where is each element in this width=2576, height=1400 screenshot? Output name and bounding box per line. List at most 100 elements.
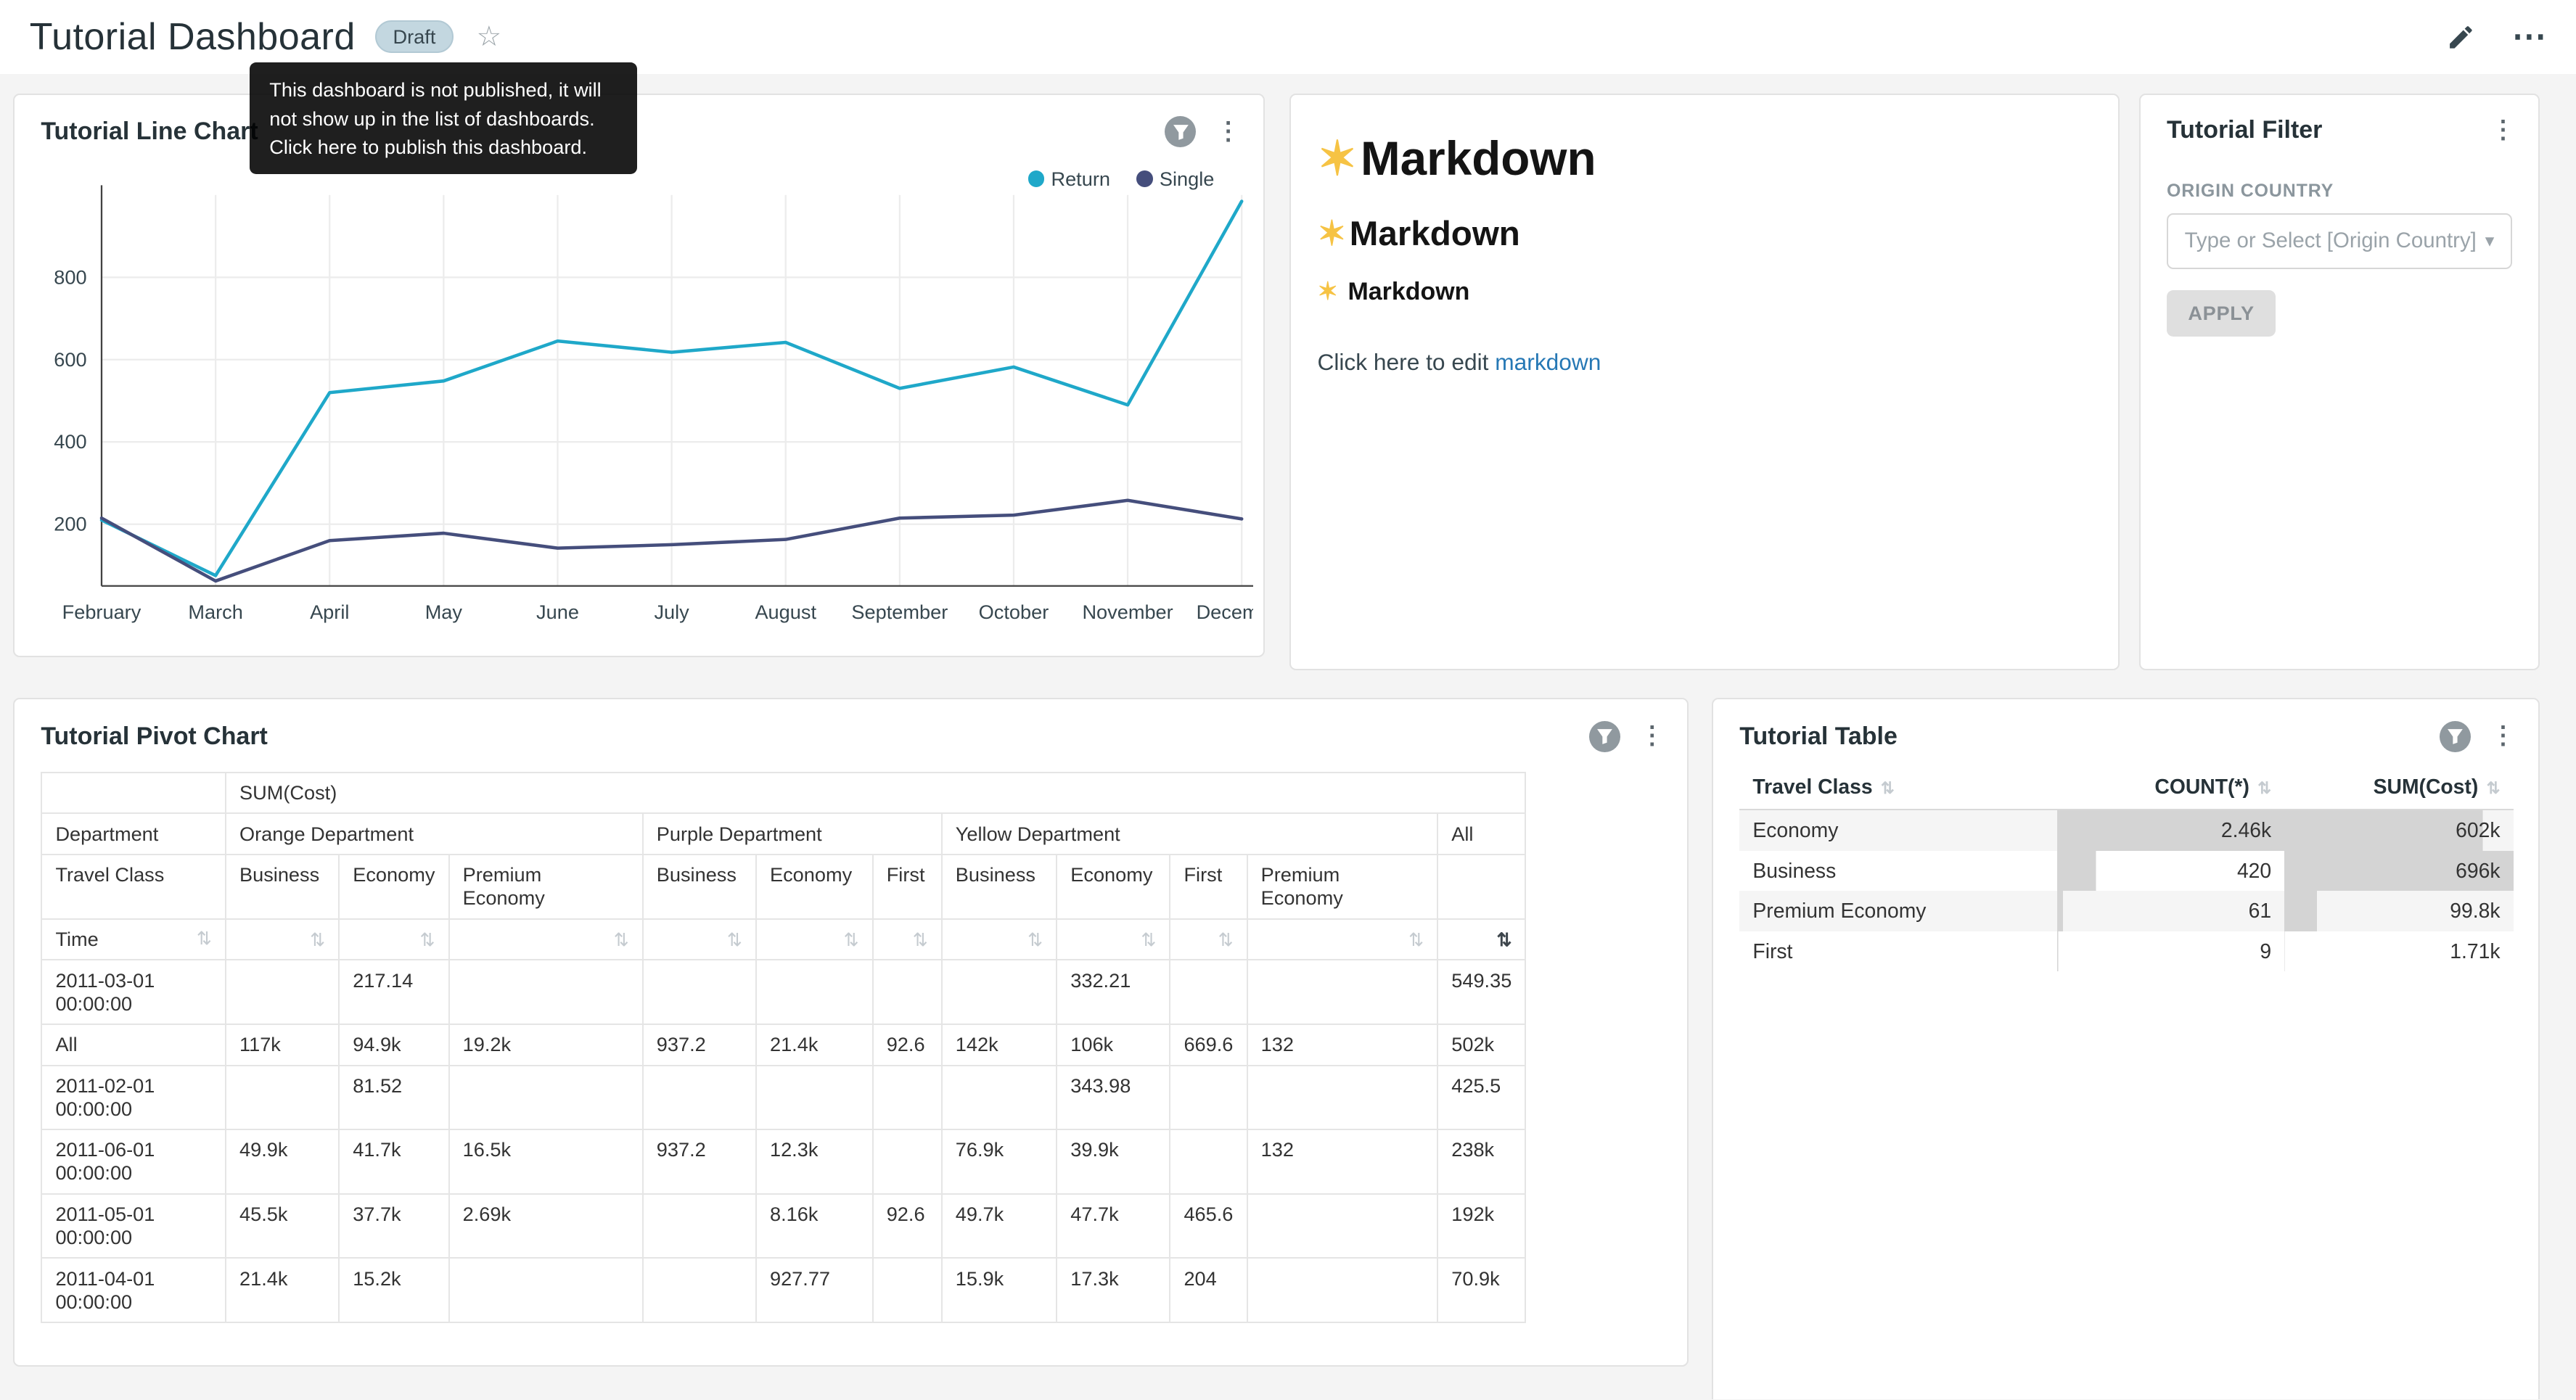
pivot-col-header: First — [873, 855, 942, 919]
pivot-col-header: Economy — [756, 855, 873, 919]
pivot-cell — [756, 1066, 873, 1130]
pivot-cell: 21.4k — [756, 1024, 873, 1066]
sort-icon[interactable]: ⇅ — [844, 930, 859, 950]
table-column-header[interactable]: Travel Class⇅ — [1739, 765, 2057, 810]
pivot-chart-card: Tutorial Pivot Chart ⋮ SUM(Cost)Departme… — [13, 698, 1689, 1366]
sort-icon[interactable]: ⇅ — [420, 930, 435, 950]
pivot-cell: 70.9k — [1437, 1258, 1525, 1322]
markdown-h2: ✶Markdown — [1317, 214, 2091, 254]
sort-icon[interactable]: ⇅ — [1027, 930, 1043, 950]
sort-icon[interactable]: ⇅ — [310, 930, 325, 950]
select-placeholder: Type or Select [Origin Country] — [2185, 228, 2477, 253]
svg-text:400: 400 — [54, 430, 86, 453]
pivot-cell — [643, 960, 756, 1024]
pivot-cell: 76.9k — [942, 1129, 1057, 1194]
page-title: Tutorial Dashboard — [30, 15, 356, 59]
sort-icon[interactable]: ⇅ — [1141, 930, 1156, 950]
sparkles-icon: ✶ — [1317, 132, 1357, 185]
sum-cell: 602k — [2284, 810, 2513, 851]
more-menu-icon[interactable]: ⋯ — [2512, 20, 2547, 54]
svg-text:600: 600 — [54, 348, 86, 371]
table-row: Economy2.46k602k — [1739, 810, 2513, 851]
table-chart-card: Tutorial Table ⋮ Travel Class⇅COUNT(*)⇅S… — [1712, 698, 2540, 1399]
table-column-header[interactable]: COUNT(*)⇅ — [2057, 765, 2284, 810]
filter-indicator-icon[interactable] — [2440, 721, 2471, 752]
sort-icon[interactable]: ⇅ — [727, 930, 742, 950]
pivot-cell — [1247, 1194, 1438, 1259]
pivot-cell: 465.6 — [1170, 1194, 1247, 1259]
pivot-group-row: DepartmentOrange DepartmentPurple Depart… — [41, 813, 1525, 855]
pivot-group-header: Yellow Department — [942, 813, 1437, 855]
pivot-cell: 8.16k — [756, 1194, 873, 1259]
table-column-header[interactable]: SUM(Cost)⇅ — [2284, 765, 2513, 810]
pivot-cell: 132 — [1247, 1024, 1438, 1066]
pivot-data-row: 2011-05-01 00:00:0045.5k37.7k2.69k 8.16k9… — [41, 1194, 1525, 1259]
table-row: First91.71k — [1739, 931, 2513, 972]
pivot-cell: 204 — [1170, 1258, 1247, 1322]
pivot-row-dimension: Department — [41, 813, 226, 855]
sort-icon[interactable]: ⇅ — [1496, 930, 1511, 950]
filter-indicator-icon[interactable] — [1589, 721, 1620, 752]
filter-indicator-icon[interactable] — [1165, 116, 1196, 147]
pivot-table: SUM(Cost)DepartmentOrange DepartmentPurp… — [41, 772, 1526, 1323]
pivot-cell: 332.21 — [1057, 960, 1170, 1024]
pivot-cell: 425.5 — [1437, 1066, 1525, 1130]
pivot-table-area: SUM(Cost)DepartmentOrange DepartmentPurp… — [41, 772, 1661, 1323]
sparkles-icon: ✶ — [1317, 215, 1346, 253]
pivot-cell — [1247, 960, 1438, 1024]
sparkles-icon: ✶ — [1317, 278, 1337, 305]
pivot-cell — [942, 1066, 1057, 1130]
filter-field-label: ORIGIN COUNTRY — [2167, 181, 2512, 202]
count-cell: 2.46k — [2057, 810, 2284, 851]
publish-tooltip[interactable]: This dashboard is not published, it will… — [250, 62, 637, 174]
chart-title: Tutorial Table — [1739, 722, 1898, 751]
sort-icon[interactable]: ⇅ — [614, 930, 629, 950]
edit-markdown-link[interactable]: markdown — [1495, 349, 1601, 375]
pivot-time-header: Time⇅ — [41, 919, 226, 960]
pivot-cell — [873, 1258, 942, 1322]
pivot-cell: 45.5k — [226, 1194, 339, 1259]
pivot-cell: 2.69k — [449, 1194, 643, 1259]
pivot-cell: 49.7k — [942, 1194, 1057, 1259]
pivot-cell: 81.52 — [339, 1066, 448, 1130]
pivot-group-header: All — [1437, 813, 1525, 855]
apply-button[interactable]: APPLY — [2167, 290, 2276, 337]
filter-title: Tutorial Filter — [2167, 116, 2322, 144]
pivot-cell — [873, 1129, 942, 1194]
pivot-cell — [226, 960, 339, 1024]
status-badge[interactable]: Draft — [375, 20, 454, 53]
favorite-star-icon[interactable]: ☆ — [477, 20, 502, 53]
sum-cell: 99.8k — [2284, 891, 2513, 931]
count-cell: 61 — [2057, 891, 2284, 931]
kebab-menu-icon[interactable]: ⋮ — [1640, 724, 1665, 749]
svg-text:December: December — [1197, 601, 1253, 623]
sort-icon[interactable]: ⇅ — [1408, 930, 1424, 950]
origin-country-select[interactable]: Type or Select [Origin Country] ▾ — [2167, 213, 2512, 268]
sort-icon[interactable]: ⇅ — [913, 930, 928, 950]
pivot-row-label: All — [41, 1024, 226, 1066]
pivot-cell: 37.7k — [339, 1194, 448, 1259]
sort-icon[interactable]: ⇅ — [197, 928, 212, 950]
pivot-cell: 549.35 — [1437, 960, 1525, 1024]
pivot-row-label: 2011-05-01 00:00:00 — [41, 1194, 226, 1259]
pivot-row-label: 2011-03-01 00:00:00 — [41, 960, 226, 1024]
sum-cell: 1.71k — [2284, 931, 2513, 972]
pivot-metric-header: SUM(Cost) — [226, 773, 1526, 814]
pivot-cell: 92.6 — [873, 1194, 942, 1259]
data-table-area: Travel Class⇅COUNT(*)⇅SUM(Cost)⇅Economy2… — [1739, 765, 2512, 972]
sort-icon[interactable]: ⇅ — [1218, 930, 1234, 950]
edit-icon[interactable] — [2446, 22, 2476, 52]
pivot-cell: 937.2 — [643, 1024, 756, 1066]
travel-class-cell: Business — [1739, 851, 2057, 892]
svg-text:March: March — [188, 601, 242, 623]
kebab-menu-icon[interactable]: ⋮ — [1216, 120, 1241, 144]
pivot-col-header: Premium Economy — [449, 855, 643, 919]
line-chart: 200400600800FebruaryMarchAprilMayJuneJul… — [15, 177, 1253, 656]
sum-cell: 696k — [2284, 851, 2513, 892]
kebab-menu-icon[interactable]: ⋮ — [2490, 724, 2515, 749]
travel-class-cell: Economy — [1739, 810, 2057, 851]
pivot-cell: 927.77 — [756, 1258, 873, 1322]
kebab-menu-icon[interactable]: ⋮ — [2490, 118, 2515, 143]
pivot-cell — [226, 1066, 339, 1130]
pivot-cell: 238k — [1437, 1129, 1525, 1194]
